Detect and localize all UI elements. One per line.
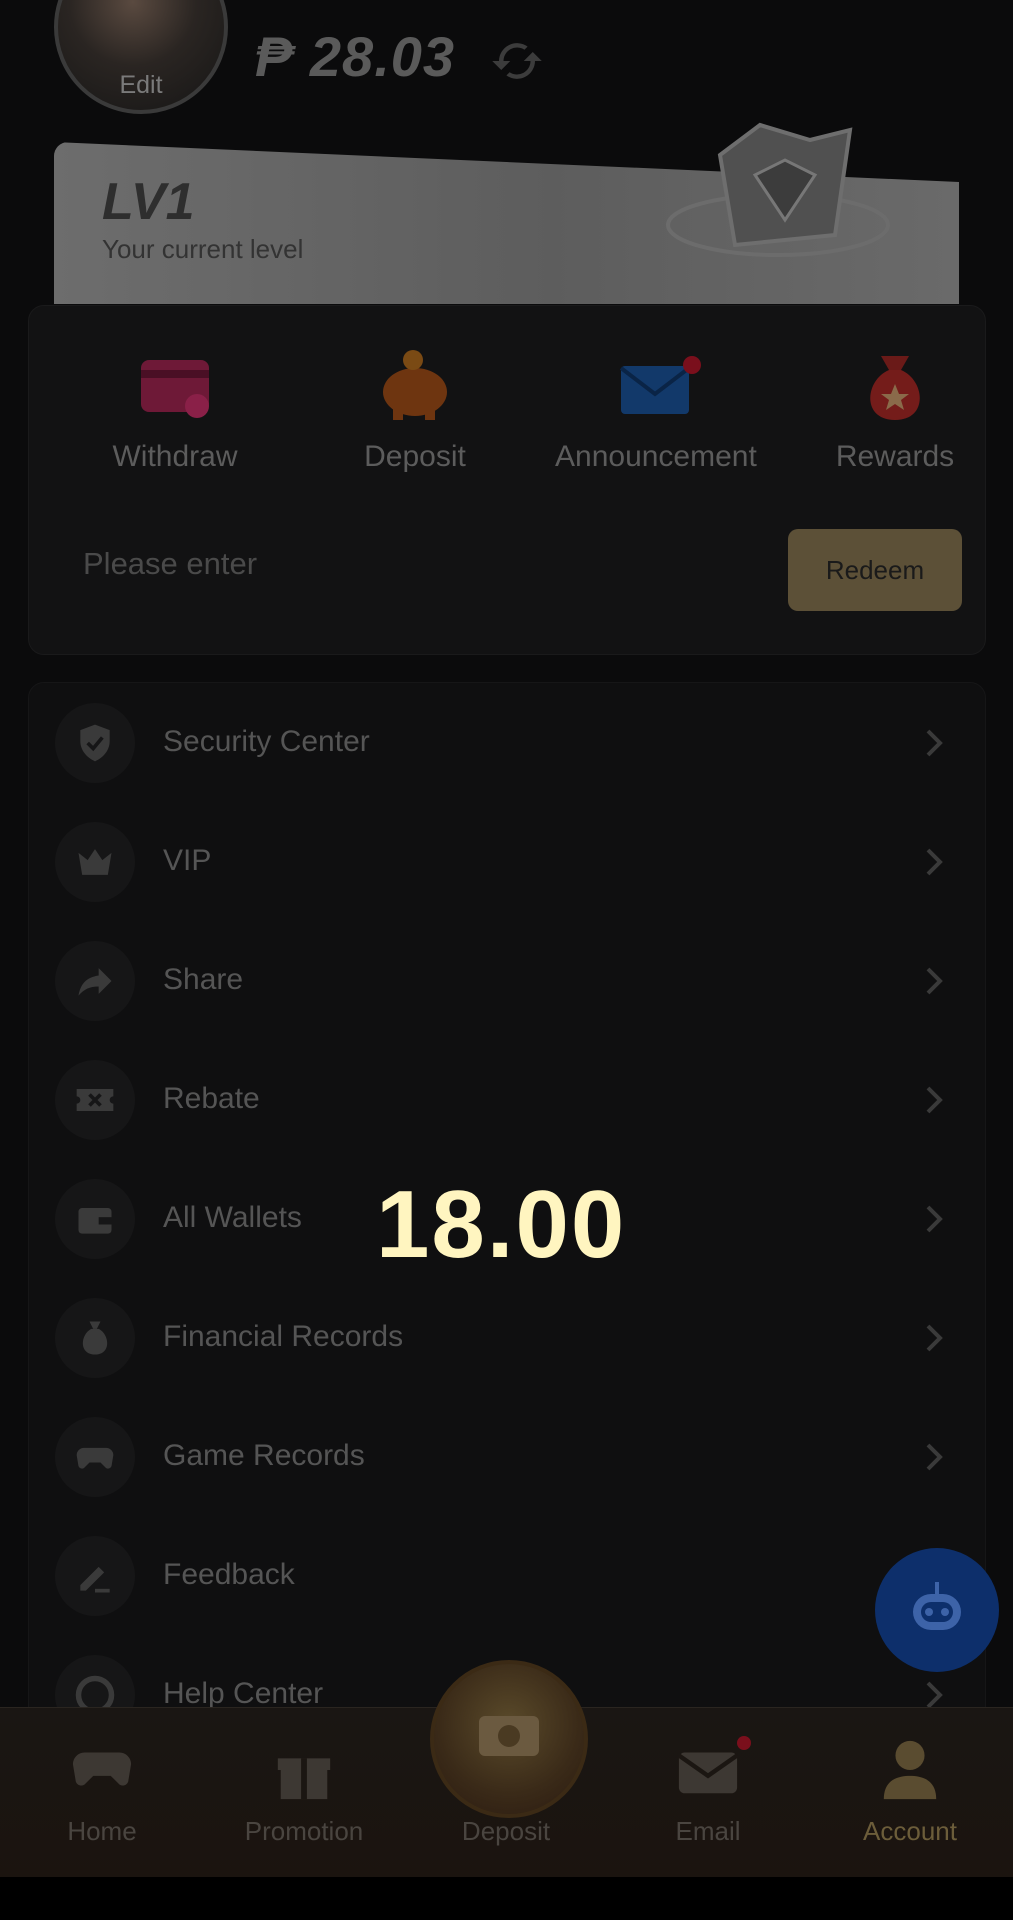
- rewards-label: Rewards: [835, 440, 955, 473]
- chevron-right-icon: [926, 1443, 943, 1471]
- wallet-icon: [78, 1208, 112, 1234]
- menu-item-label: Security Center: [163, 725, 370, 758]
- refresh-icon[interactable]: [490, 34, 544, 88]
- level-name: LV1: [102, 173, 195, 231]
- quick-actions-panel: Withdraw Deposit Announcement Rewards Pl…: [28, 305, 986, 655]
- chevron-right-icon: [926, 848, 943, 876]
- robot-icon: [913, 1582, 961, 1630]
- chevron-right-icon: [926, 967, 943, 995]
- notification-badge: [683, 356, 701, 374]
- avatar[interactable]: Edit: [54, 0, 228, 114]
- menu-item-label: Feedback: [163, 1558, 295, 1591]
- withdraw-action[interactable]: Withdraw: [75, 346, 275, 474]
- menu-item-label: Share: [163, 963, 244, 996]
- redeem-button[interactable]: Redeem: [788, 529, 962, 611]
- rewards-action[interactable]: Rewards: [795, 346, 995, 474]
- redeem-row: Redeem: [55, 514, 962, 614]
- nav-promotion[interactable]: Promotion: [224, 1738, 384, 1847]
- diamond-crown-icon: [666, 122, 890, 257]
- announcement-action[interactable]: Announcement: [555, 346, 757, 474]
- nav-promotion-label: Promotion: [244, 1816, 364, 1846]
- deposit-action[interactable]: Deposit: [315, 346, 515, 474]
- notification-badge: [737, 1736, 751, 1750]
- money-bag-icon: [82, 1321, 108, 1355]
- nav-deposit-label: Deposit: [461, 1816, 551, 1846]
- deposit-label: Deposit: [364, 440, 466, 473]
- menu-item-game-records[interactable]: Game Records: [29, 1397, 985, 1515]
- deposit-coin-icon[interactable]: [430, 1660, 588, 1818]
- shield-icon: [80, 724, 110, 762]
- nav-email[interactable]: Email: [628, 1736, 788, 1847]
- menu-item-label: VIP: [163, 844, 212, 877]
- chevron-right-icon: [926, 1086, 943, 1114]
- menu-item-label: Rebate: [163, 1082, 260, 1115]
- menu-item-feedback[interactable]: Feedback: [29, 1516, 985, 1634]
- level-subtitle: Your current level: [102, 234, 304, 264]
- nav-email-label: Email: [675, 1816, 741, 1846]
- gamepad-icon: [76, 1447, 114, 1469]
- menu-item-label: Game Records: [163, 1439, 365, 1472]
- nav-account-label: Account: [863, 1816, 957, 1846]
- support-chat-button[interactable]: [875, 1548, 999, 1672]
- nav-home[interactable]: Home: [22, 1738, 182, 1847]
- piggy-bank-icon: [383, 350, 447, 420]
- menu-item-security-center[interactable]: Security Center: [29, 683, 985, 801]
- system-gesture-bar: [0, 1877, 1013, 1920]
- nav-home-label: Home: [67, 1816, 137, 1846]
- pencil-icon: [80, 1566, 110, 1593]
- menu-item-vip[interactable]: VIP: [29, 802, 985, 920]
- chevron-right-icon: [926, 1205, 943, 1233]
- gift-icon: [277, 1758, 331, 1800]
- menu-item-label: All Wallets: [163, 1201, 302, 1234]
- cash-icon: [479, 1716, 539, 1756]
- balance-amount: ₱ 28.03: [255, 25, 456, 88]
- chevron-right-icon: [926, 1324, 943, 1352]
- gamepad-icon: [72, 1752, 132, 1786]
- reward-amount-overlay: 18.00: [376, 1171, 627, 1278]
- menu-item-share[interactable]: Share: [29, 921, 985, 1039]
- withdraw-label: Withdraw: [112, 440, 238, 473]
- nav-account[interactable]: Account: [830, 1738, 990, 1847]
- menu-item-label: Financial Records: [163, 1320, 404, 1353]
- avatar-edit-label[interactable]: Edit: [58, 71, 224, 100]
- envelope-icon: [619, 366, 691, 414]
- envelope-icon: [677, 1752, 739, 1794]
- share-icon: [78, 968, 112, 996]
- wallet-card-icon: [141, 360, 209, 418]
- ticket-icon: [76, 1089, 114, 1111]
- chevron-right-icon: [926, 1681, 943, 1709]
- chevron-right-icon: [926, 729, 943, 757]
- menu-item-label: Help Center: [163, 1677, 324, 1710]
- menu-item-rebate[interactable]: Rebate: [29, 1040, 985, 1158]
- menu-item-financial-records[interactable]: Financial Records: [29, 1278, 985, 1396]
- money-bag-icon: [870, 356, 920, 420]
- redeem-code-input[interactable]: [55, 514, 755, 614]
- announcement-label: Announcement: [555, 440, 757, 473]
- crown-icon: [78, 849, 112, 875]
- user-icon: [883, 1740, 937, 1800]
